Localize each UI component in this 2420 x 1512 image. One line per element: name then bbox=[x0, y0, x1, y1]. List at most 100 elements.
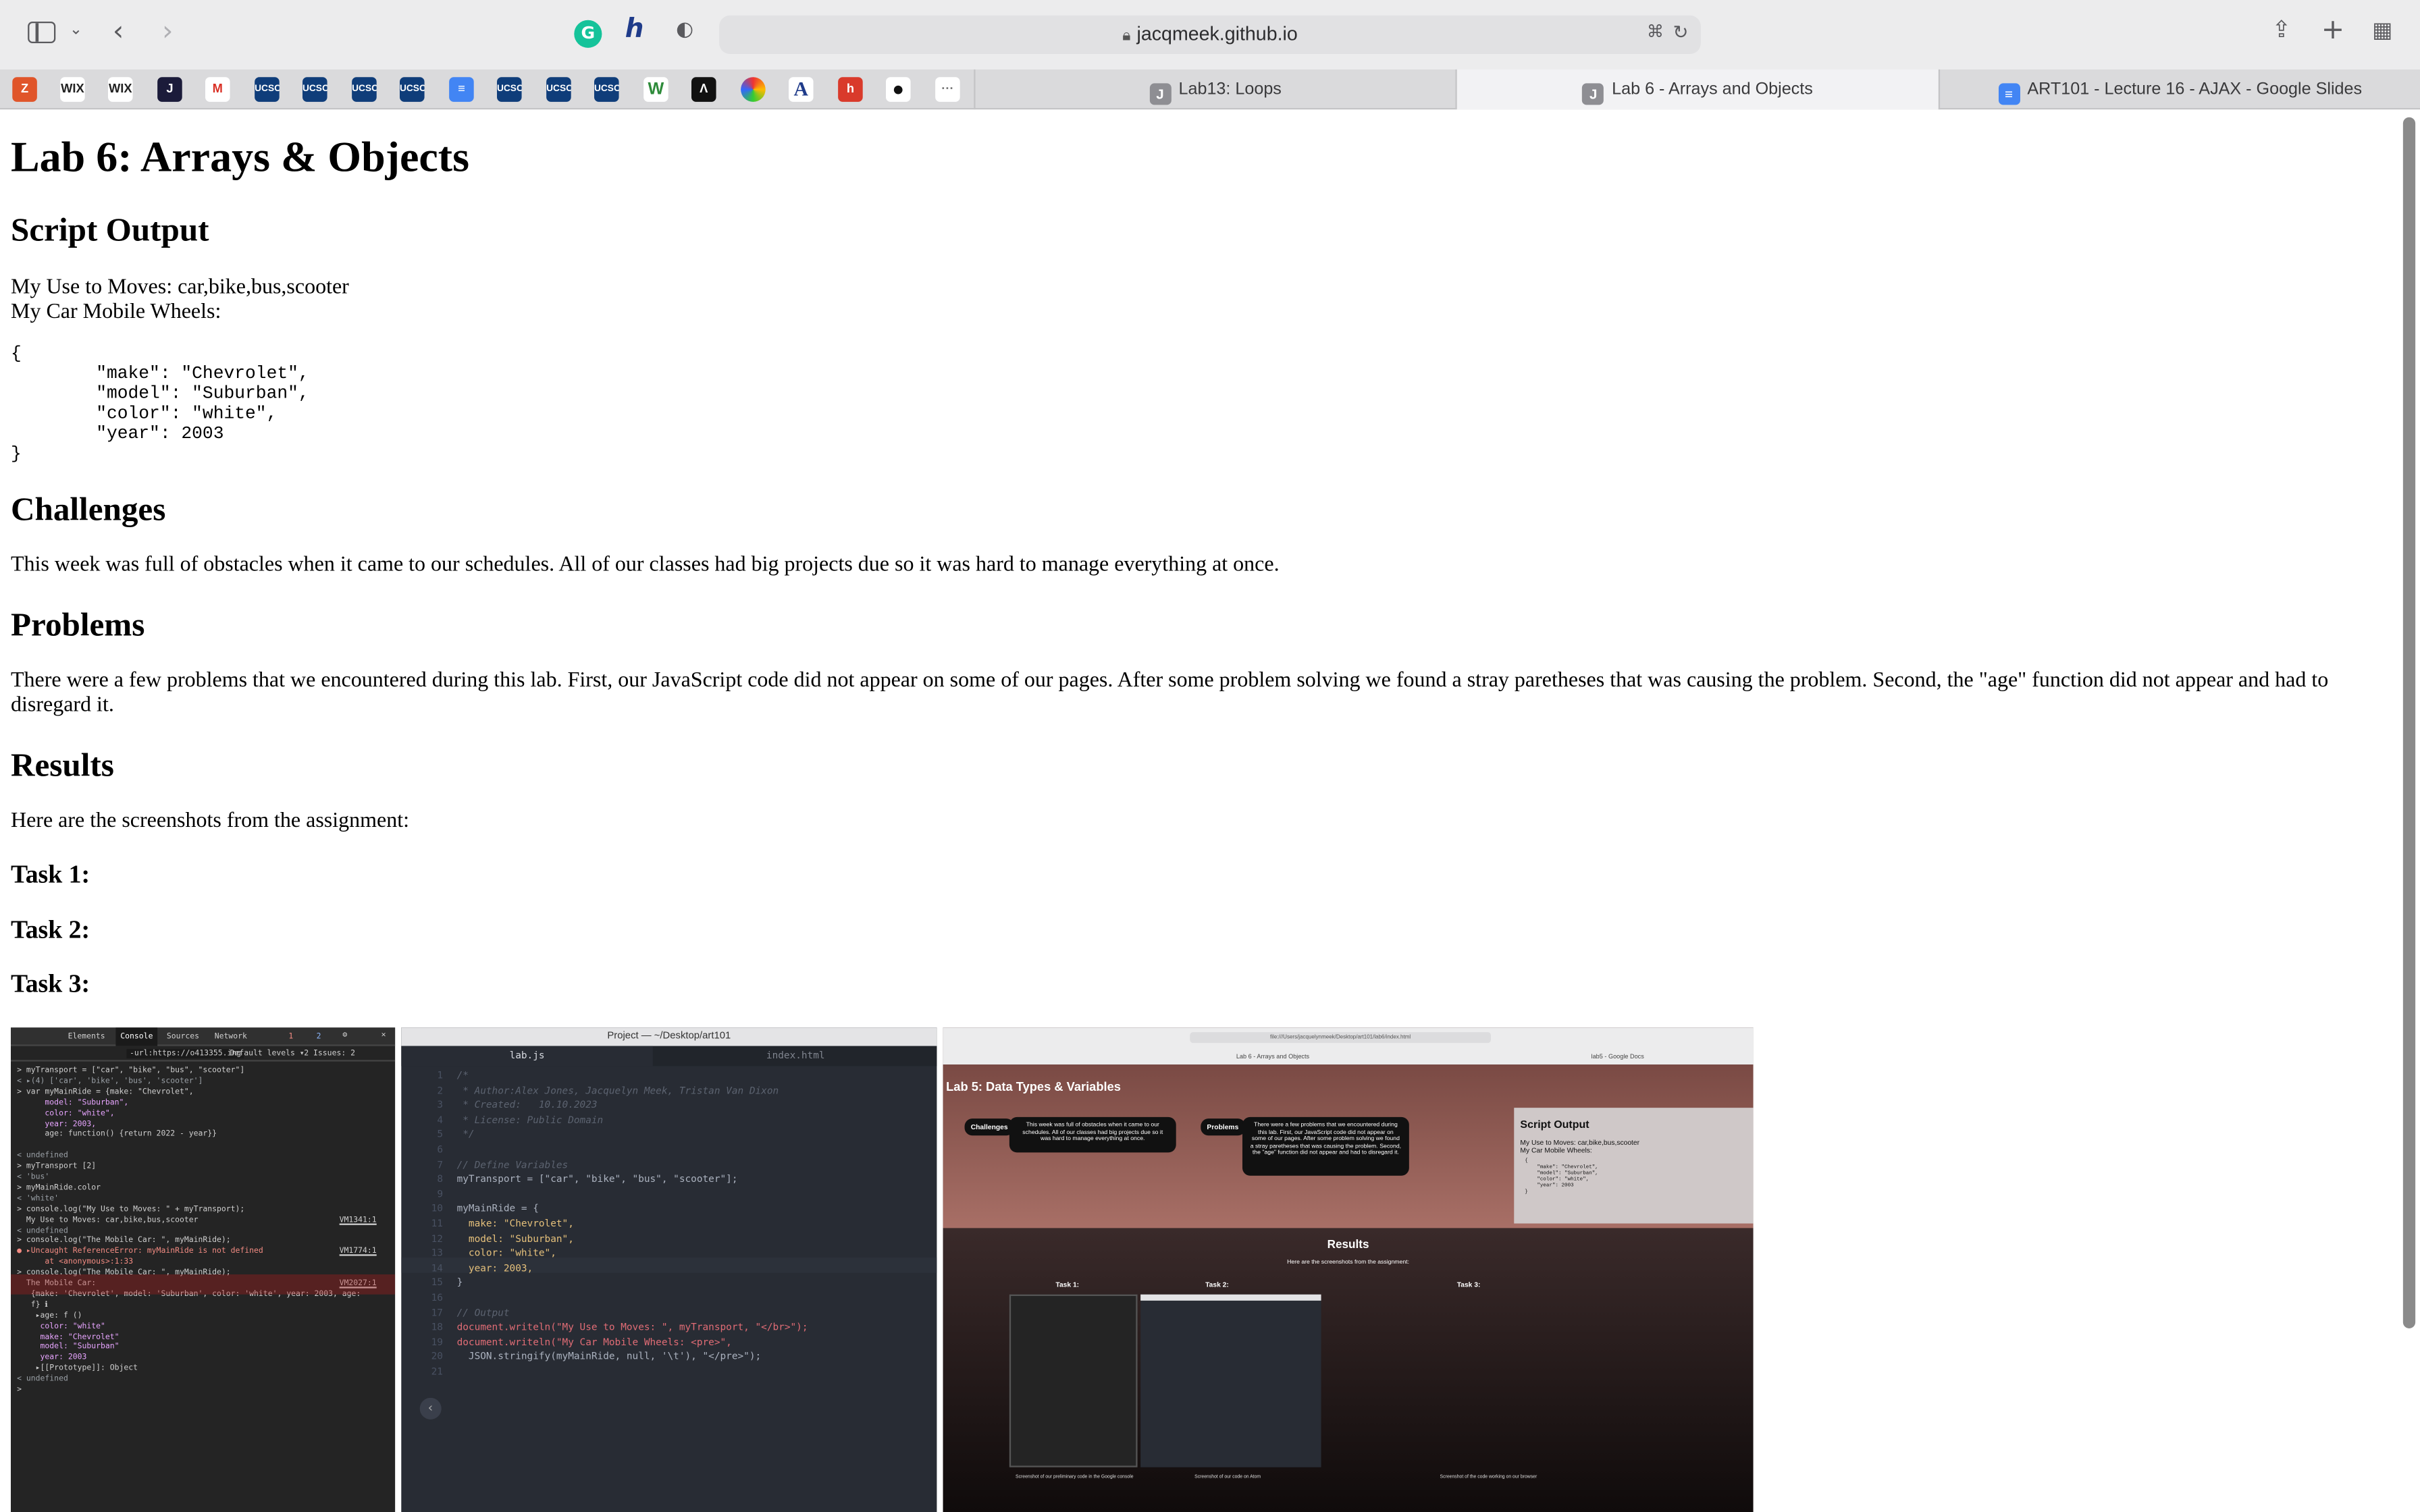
shield-icon[interactable]: ◐ bbox=[676, 20, 693, 40]
line-number: 15 bbox=[431, 1278, 443, 1289]
line-number: 16 bbox=[431, 1293, 443, 1304]
code-line: myTransport = ["car", "bike", "bus", "sc… bbox=[456, 1174, 738, 1185]
issues-badge: 2 Issues: 2 bbox=[304, 1049, 355, 1058]
error-count-badge: 1 bbox=[288, 1032, 294, 1042]
preview-task1: Task 1: bbox=[1055, 1280, 1080, 1289]
preview-thumb-editor bbox=[1140, 1294, 1321, 1467]
lock-icon: 🔒︎ bbox=[1122, 28, 1131, 45]
code-line: } bbox=[456, 1278, 463, 1289]
console-source-link: VM1341:1 bbox=[339, 1215, 377, 1224]
line-number: 3 bbox=[437, 1100, 443, 1112]
favorite-wix-icon[interactable]: WIX bbox=[60, 77, 85, 102]
favorite-docs-icon[interactable]: ≡ bbox=[449, 77, 474, 102]
code-line: // Output bbox=[456, 1307, 510, 1319]
code-line: * Created: 10.10.2023 bbox=[456, 1100, 598, 1112]
preview-tab-lab6: Lab 6 - Arrays and Objects bbox=[1236, 1052, 1310, 1060]
favorite-github-icon[interactable]: ● bbox=[885, 77, 911, 102]
favorite-wix-icon[interactable]: WIX bbox=[107, 77, 133, 102]
favorite-a-icon[interactable]: A bbox=[788, 77, 814, 102]
tab-art101-slides[interactable]: ≡ ART101 - Lecture 16 - AJAX - Google Sli… bbox=[1938, 69, 2420, 110]
translate-icon[interactable]: ⌘ bbox=[1647, 23, 1664, 40]
console-filter-input: -url:https://o413355.ing bbox=[126, 1049, 244, 1058]
favorite-ucsc-icon[interactable]: UCSC bbox=[594, 77, 619, 102]
page-scrollbar[interactable] bbox=[2402, 117, 2416, 1328]
console-line: > console.log("My Use to Moves: " + myTr… bbox=[17, 1204, 245, 1214]
log-levels-select: Default levels ▾ bbox=[230, 1049, 305, 1058]
favorite-ucsc-icon[interactable]: UCSC bbox=[352, 77, 377, 102]
console-line: model: "Suburban" bbox=[17, 1343, 120, 1353]
preview-results-heading: Results bbox=[1327, 1237, 1369, 1251]
console-line: make: "Chevrolet" bbox=[17, 1332, 120, 1342]
preview-script-output-panel: Script Output My Use to Moves: car,bike,… bbox=[1514, 1108, 1754, 1224]
json-output: { "make": "Chevrolet", "model": "Suburba… bbox=[10, 344, 309, 464]
code-line: * Author:Alex Jones, Jacquelyn Meek, Tri… bbox=[456, 1085, 779, 1097]
tab-lab13[interactable]: J Lab13: Loops bbox=[974, 69, 1455, 110]
devtools-tab-elements: Elements bbox=[68, 1032, 105, 1042]
url-text: jacqmeek.github.io bbox=[1136, 23, 1298, 45]
favorite-bookmark-icon[interactable]: Λ bbox=[691, 77, 716, 102]
problems-heading: Problems bbox=[10, 606, 145, 644]
favorite-bookmark-icon[interactable]: J bbox=[157, 77, 182, 102]
preview-problems-box: There were a few problems that we encoun… bbox=[1242, 1116, 1409, 1176]
chevron-down-icon[interactable]: ⌄ bbox=[70, 22, 82, 38]
code-line: */ bbox=[456, 1130, 475, 1141]
line-number: 2 bbox=[437, 1085, 443, 1097]
console-line: > myTransport = ["car", "bike", "bus", "… bbox=[17, 1066, 245, 1076]
address-bar[interactable]: 🔒︎ jacqmeek.github.io ⌘ ↻ bbox=[719, 15, 1701, 54]
favorite-ucsc-icon[interactable]: UCSC bbox=[546, 77, 571, 102]
line-number: 20 bbox=[431, 1352, 443, 1364]
code-line: color: "white", bbox=[456, 1248, 556, 1260]
favorite-more-icon[interactable]: ··· bbox=[935, 77, 960, 102]
line-number: 10 bbox=[431, 1204, 443, 1215]
favorite-w-icon[interactable]: W bbox=[643, 77, 668, 102]
editor-tab-labjs: lab.js bbox=[401, 1046, 653, 1066]
line-number: 14 bbox=[431, 1263, 443, 1274]
share-icon[interactable]: ⇪ bbox=[2272, 18, 2292, 41]
preview-problems-label: Problems bbox=[1201, 1118, 1245, 1136]
editor-tab-indexhtml: index.html bbox=[766, 1050, 825, 1062]
console-line: color: "white" bbox=[17, 1321, 105, 1331]
page-content: Lab 6: Arrays & Objects Script Output My… bbox=[0, 109, 2420, 1512]
reload-icon[interactable]: ↻ bbox=[1673, 23, 1689, 41]
favorite-bookmark-icon[interactable] bbox=[741, 77, 766, 102]
console-source-link: VM1774:1 bbox=[339, 1247, 377, 1257]
code-line: // Define Variables bbox=[456, 1159, 569, 1170]
favorite-ucsc-icon[interactable]: UCSC bbox=[399, 77, 425, 102]
code-line: /* bbox=[456, 1071, 469, 1082]
code-view: 1 /* 2 * Author:Alex Jones, Jacquelyn Meek… bbox=[401, 1071, 937, 1512]
line-number: 17 bbox=[431, 1307, 443, 1319]
favorite-h-icon[interactable]: h bbox=[838, 77, 863, 102]
tab-overview-icon[interactable]: ▦ bbox=[2372, 20, 2392, 42]
new-tab-icon[interactable]: + bbox=[2321, 16, 2344, 45]
console-line: < undefined bbox=[17, 1374, 68, 1384]
preview-task2: Task 2: bbox=[1205, 1280, 1229, 1289]
favorite-zotero-icon[interactable]: Z bbox=[12, 77, 37, 102]
task-3-heading: Task 3: bbox=[10, 969, 90, 998]
console-line: at <anonymous>:1:33 bbox=[17, 1258, 134, 1267]
preview-challenges-label: Challenges bbox=[964, 1118, 1014, 1136]
tab-favicon-icon: J bbox=[1582, 83, 1604, 105]
code-line: myMainRide = { bbox=[456, 1204, 539, 1215]
preview-caption-3: Screenshot of the code working on our br… bbox=[1440, 1473, 1537, 1480]
back-icon[interactable]: ‹ bbox=[113, 18, 124, 46]
output-line-1: My Use to Moves: car,bike,bus,scooter bbox=[10, 276, 349, 300]
editor-titlebar: Project — ~/Desktop/art101 bbox=[401, 1027, 937, 1046]
favorite-gmail-icon[interactable]: M bbox=[205, 77, 230, 102]
favorite-ucsc-icon[interactable]: UCSC bbox=[302, 77, 327, 102]
results-heading: Results bbox=[10, 747, 114, 784]
results-text: Here are the screenshots from the assign… bbox=[10, 809, 410, 834]
favorite-ucsc-icon[interactable]: UCSC bbox=[255, 77, 280, 102]
console-line: < undefined bbox=[17, 1225, 68, 1235]
console-line: < 'bus' bbox=[17, 1172, 50, 1182]
forward-icon[interactable]: › bbox=[162, 18, 173, 46]
console-line: > bbox=[17, 1385, 22, 1395]
grammarly-icon[interactable]: G bbox=[574, 20, 602, 48]
line-number: 8 bbox=[437, 1174, 443, 1185]
tab-lab6[interactable]: J Lab 6 - Arrays and Objects bbox=[1455, 69, 1939, 110]
hypothesis-icon[interactable]: h bbox=[625, 16, 644, 43]
console-line: < ▸(4) ['car', 'bike', 'bus', 'scooter'] bbox=[17, 1077, 203, 1086]
sidebar-toggle-icon[interactable] bbox=[28, 21, 56, 43]
page-title: Lab 6: Arrays & Objects bbox=[10, 134, 470, 182]
script-output-heading: Script Output bbox=[10, 211, 209, 248]
favorite-ucsc-icon[interactable]: UCSC bbox=[496, 77, 522, 102]
